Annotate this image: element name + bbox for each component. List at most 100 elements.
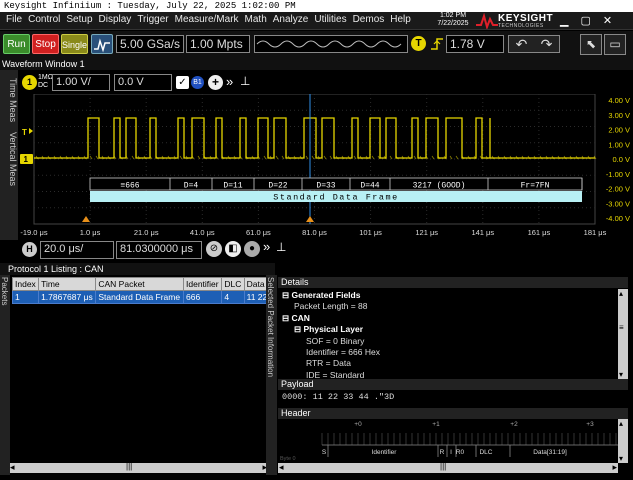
protocol-table-header: Index Time CAN Packet Identifier DLC Dat… [11,277,276,291]
trigger-slope-icon[interactable] [430,36,444,52]
details-row[interactable]: ⊟ CAN [282,313,310,324]
details-row: Identifier = 666 Hex [306,347,380,357]
bus-segment-label: D=33 [316,182,335,191]
column-can-packet[interactable]: CAN Packet [95,277,184,291]
details-row[interactable]: ⊟ Physical Layer [294,324,363,335]
scroll-down-icon[interactable]: ▾ [619,454,623,463]
scroll-thumb-icon[interactable]: ||| [440,462,446,471]
channel-enable-checkbox[interactable]: ✓ [176,76,189,89]
table-row[interactable]: 1 1.7867687 μs Standard Data Frame 666 4… [11,290,276,304]
menu-setup[interactable]: Setup [66,14,92,25]
scroll-down-icon[interactable]: ▾ [619,370,623,379]
scroll-thumb-icon[interactable]: ≡ [619,323,624,332]
restore-icon[interactable]: ▢ [580,14,590,28]
header-scrollbar[interactable]: ▴ ▾ [618,419,628,463]
bus-segment-label: ≡666 [120,182,139,191]
autoscale-icon [94,38,110,53]
waveform-display[interactable]: P1 1 T ≡666 D=4 D=11 D=22 D=33 D=44 3217 (GOOD… [0,94,633,240]
menu-control[interactable]: Control [28,14,60,25]
menu-measure-mark[interactable]: Measure/Mark [175,14,239,25]
autoscale-button[interactable] [91,34,113,54]
column-identifier[interactable]: Identifier [182,277,223,291]
menu-trigger[interactable]: Trigger [137,14,168,25]
undo-icon[interactable]: ↶ [516,36,528,53]
scroll-right-icon[interactable]: ▸ [612,462,617,473]
packets-tab-label: Packets [0,277,9,306]
minimize-icon[interactable]: ▁ [560,14,568,28]
header-offset-label: +2 [510,421,518,428]
memory-depth-field[interactable]: 1.00 Mpts [186,35,250,53]
y-tick-label: -4.00 V [606,214,630,223]
scroll-up-icon[interactable]: ▴ [619,419,623,428]
menu-utilities[interactable]: Utilities [314,14,346,25]
trigger-level-field[interactable]: 1.78 V [446,35,504,53]
protocol-scrollbar[interactable]: ◂ ||| ▸ [10,462,268,473]
sample-rate-field[interactable]: 5.00 GSa/s [116,35,184,53]
channel-1-icon[interactable]: 1 [22,75,37,90]
vertical-offset-field[interactable]: 0.0 V [114,74,172,91]
expand-arrows-icon[interactable]: » [226,74,233,89]
details-row-label: RTR = Data [306,358,351,369]
column-time[interactable]: Time [38,277,97,291]
scroll-thumb-icon[interactable]: ||| [126,462,132,471]
single-button[interactable]: Single [61,34,88,54]
payload-hex-line: 0000: 11 22 33 44 ."3D [282,392,395,402]
menu-file[interactable]: File [6,14,22,25]
impedance-label: 1MΩ [38,74,53,81]
column-dlc[interactable]: DLC [221,277,245,291]
bus-frame-label: Standard Data Frame [273,193,398,203]
pin-icon[interactable]: ⊥ [240,74,250,88]
menu-demos[interactable]: Demos [353,14,385,25]
trigger-level-marker: T [22,128,33,137]
zoom-icon[interactable]: ⊘ [206,241,222,257]
selected-packet-side-tab[interactable]: Selected Packet Information [266,275,277,475]
vertical-scale-field[interactable]: 1.00 V/ [52,74,110,91]
details-row-label: Packet Length = 88 [294,301,368,312]
header-title: Header [278,408,628,419]
cell-time: 1.7867687 μs [38,290,97,304]
bus-b1-icon[interactable]: B1 [191,76,204,89]
run-button[interactable]: Run [3,34,30,54]
add-channel-icon[interactable]: + [208,75,223,90]
channel-controls: 1 1MΩ DC 1.00 V/ 0.0 V ✓ B1 + » ⊥ [18,72,578,94]
waveform-window-title: Waveform Window 1 [0,58,633,70]
zoom-box-icon[interactable]: ▭ [604,34,626,55]
details-row-label: CAN [291,312,310,323]
header-hscrollbar[interactable]: ◂ ||| ▸ [278,462,618,473]
undo-redo: ↶ ↷ [508,35,560,53]
redo-icon[interactable]: ↷ [541,36,553,53]
protocol-listing-title: Protocol 1 Listing : CAN [0,263,275,275]
scroll-left-icon[interactable]: ◂ [279,462,284,473]
menu-help[interactable]: Help [390,14,411,25]
details-row-label: IDE = Standard [306,369,365,379]
acquisition-overview[interactable] [254,35,408,53]
time-position-field[interactable]: 81.0300000 μs [116,241,202,259]
menu-math[interactable]: Math [245,14,267,25]
bus-segment-label: Fr=7FN [521,182,550,191]
pointer-tool-icon[interactable]: ⬉ [580,34,602,55]
pin-icon[interactable]: ⊥ [276,240,286,254]
horizontal-icon[interactable]: H [22,242,37,257]
bus-segment-label: 3217 (GOOD) [413,182,466,191]
expand-arrows-icon[interactable]: » [263,239,270,254]
details-scrollbar[interactable]: ▴ ≡ ▾ [618,289,628,379]
close-icon[interactable]: ✕ [603,14,612,28]
record-icon[interactable]: ● [244,241,260,257]
header-field-label: Identifier [372,449,398,456]
column-index[interactable]: Index [11,277,40,291]
time-scale-field[interactable]: 20.0 μs/ [40,241,114,259]
trigger-icon[interactable]: T [411,36,426,51]
coupling-label: DC [38,82,49,89]
scroll-left-icon[interactable]: ◂ [10,462,15,473]
cell-packet: Standard Data Frame [95,290,184,304]
scroll-up-icon[interactable]: ▴ [619,289,623,298]
details-row[interactable]: ⊟ Generated Fields [282,290,360,301]
clock: 1:02 PM 7/22/2025 [433,12,473,28]
x-tick-label: -19.0 μs [20,228,47,237]
trigger-reference-icon[interactable]: ◧ [225,241,241,257]
window-controls: ▁ ▢ ✕ [560,14,612,28]
menu-analyze[interactable]: Analyze [273,14,309,25]
stop-button[interactable]: Stop [32,34,59,54]
packets-side-tab[interactable]: Packets [0,275,10,475]
menu-display[interactable]: Display [99,14,132,25]
